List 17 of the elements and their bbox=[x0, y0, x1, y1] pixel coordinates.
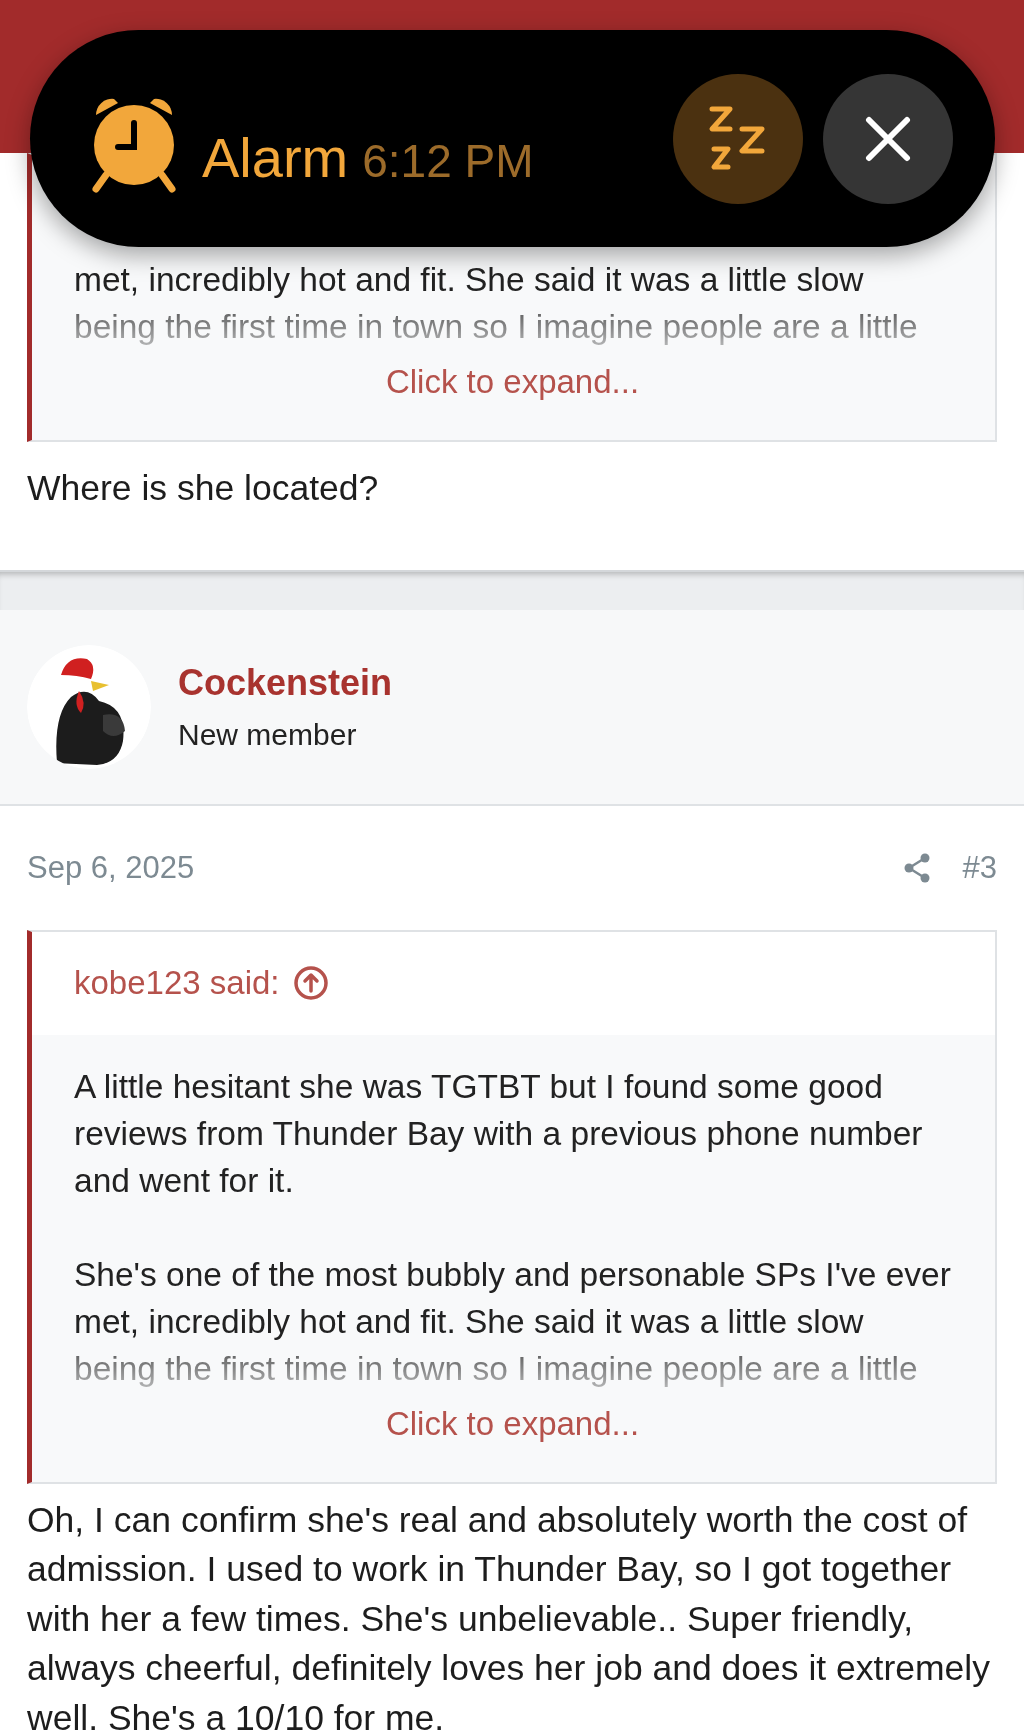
quote-text: met, incredibly hot and fit. She said it was a little slow being the first time in town so I imagine people are a little bbox=[74, 260, 919, 347]
username-link[interactable]: Cockenstein bbox=[178, 661, 393, 704]
alarm-time: 6:12 PM bbox=[362, 133, 534, 188]
post-message: Where is she located? bbox=[26, 467, 380, 510]
quote-text: A little hesitant she was TGTBT but I found some good reviews from Thunder Bay with a previous phone number and went for it. bbox=[74, 1066, 924, 1201]
share-icon[interactable] bbox=[902, 852, 931, 883]
expand-link[interactable]: Click to expand... bbox=[385, 350, 640, 428]
close-icon bbox=[865, 115, 911, 162]
alarm-title: Alarm bbox=[202, 125, 349, 190]
quote-attribution[interactable]: kobe123 said: bbox=[74, 964, 280, 1002]
post-date[interactable]: Sep 6, 2025 bbox=[27, 849, 195, 886]
post-number[interactable]: #3 bbox=[962, 849, 997, 886]
quote-text: She's one of the most bubbly and personable SPs I've ever met, incredibly hot and fit. She said it was a little slow being the first time in town so I imagine people are a little bbox=[74, 1254, 951, 1389]
avatar[interactable] bbox=[27, 644, 151, 769]
user-title: New member bbox=[178, 717, 358, 752]
post-message: Oh, I can confirm she's real and absolutely worth the cost of admission. I used to work in Thunder Bay, so I got together with her a few times. She's unbelievable.. Super friendly, always cheerful, definitely loves her job and does it extremely well. She's a 10/10 for me. bbox=[26, 1498, 991, 1732]
expand-link[interactable]: Click to expand... bbox=[385, 1391, 640, 1470]
